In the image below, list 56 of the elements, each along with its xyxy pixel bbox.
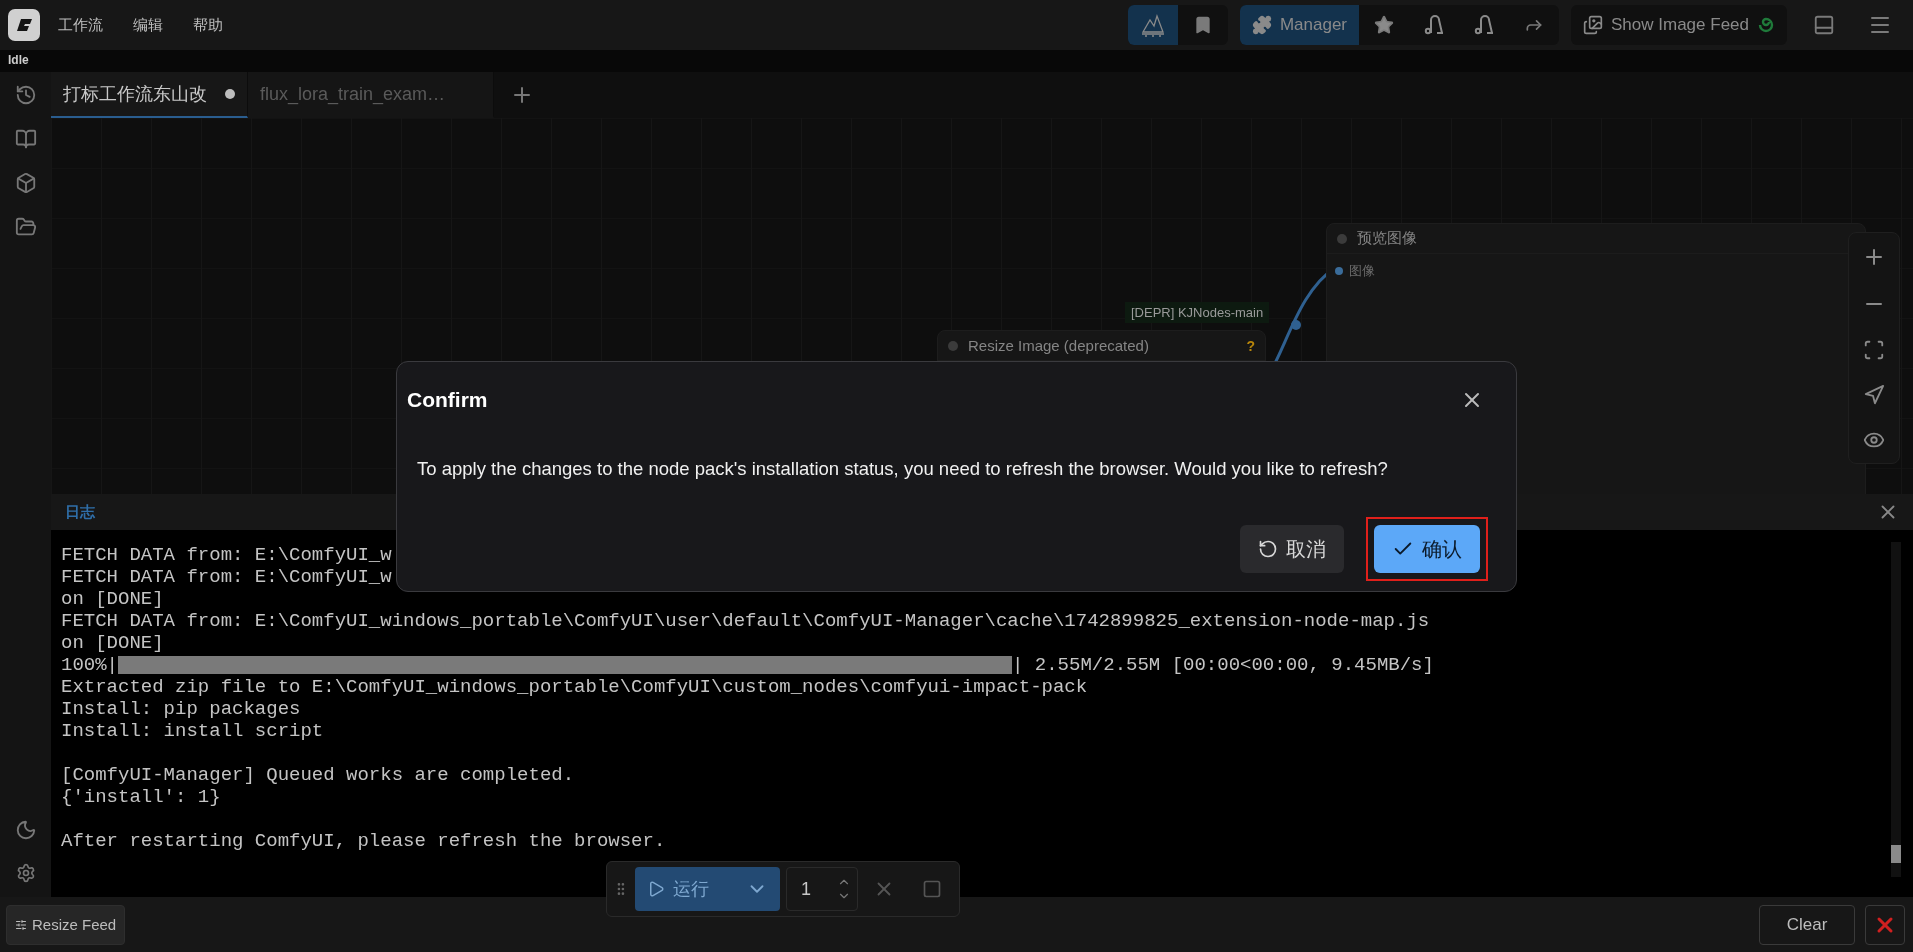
vacuum-icon[interactable] xyxy=(1473,14,1496,36)
menu-item[interactable]: 帮助 xyxy=(181,9,235,41)
app-logo xyxy=(8,9,40,41)
settings-icon[interactable] xyxy=(15,863,36,883)
sliders-icon xyxy=(15,918,27,931)
input-port-icon[interactable] xyxy=(1335,267,1343,275)
log-line: on [DONE] xyxy=(61,632,164,654)
node-title: 预览图像 xyxy=(1357,229,1417,248)
log-line: FETCH DATA from: E:\ComfyUI_windows_portable\ComfyUI\user\default\ComfyUI-Manager\cache\1742899825_extension-node-map.js xyxy=(61,610,1430,632)
puzzle-icon xyxy=(1251,15,1272,35)
menu-item[interactable]: 编辑 xyxy=(121,9,175,41)
crystal-tools-icon[interactable] xyxy=(1139,12,1166,38)
stop-icon[interactable] xyxy=(922,879,943,899)
group-label: [DEPR] KJNodes-main xyxy=(1125,302,1270,323)
progress-stats: | 2.55M/2.55M [00:00<00:00, 9.45MB/s] xyxy=(1012,654,1434,676)
confirm-button[interactable]: 确认 xyxy=(1374,525,1480,573)
book-icon[interactable] xyxy=(14,128,37,150)
log-line: [ComfyUI-Manager] Queued works are completed. xyxy=(61,764,575,786)
log-line: Extracted zip file to E:\ComfyUI_windows_portable\ComfyUI\custom_nodes\comfyui-impact-pack xyxy=(61,676,1088,698)
batch-count-field[interactable]: 1 xyxy=(786,867,858,911)
moon-icon[interactable] xyxy=(14,819,37,841)
workflow-tab[interactable]: 打标工作流东山改 xyxy=(51,72,248,118)
log-line: on [DONE] xyxy=(61,588,164,610)
help-mark: ? xyxy=(1246,337,1255,354)
menu-item[interactable]: 工作流 xyxy=(46,9,115,41)
cube-icon[interactable] xyxy=(14,172,37,194)
navigation-icon[interactable] xyxy=(1863,384,1885,407)
log-line: FETCH DATA from: E:\ComfyUI_w xyxy=(61,544,392,566)
vacuum-icon[interactable] xyxy=(1423,14,1446,36)
star-icon[interactable] xyxy=(1374,15,1395,35)
run-button[interactable]: 运行 xyxy=(634,867,780,911)
node-title: Resize Image (deprecated) xyxy=(968,337,1149,354)
manager-button[interactable]: Manager xyxy=(1239,5,1360,45)
images-icon xyxy=(1583,15,1604,35)
node-status-dot xyxy=(948,340,958,351)
fit-view-icon[interactable] xyxy=(1863,338,1885,361)
clear-button[interactable]: Clear xyxy=(1759,904,1855,945)
port-label: 图像 xyxy=(1349,262,1375,280)
log-line: After restarting ComfyUI, please refresh the browser. xyxy=(61,830,666,852)
bottom-panel-icon[interactable] xyxy=(1813,14,1835,36)
image-feed-button[interactable]: Show Image Feed xyxy=(1571,5,1787,45)
log-line: Install: pip packages xyxy=(61,698,301,720)
status-text: Idle xyxy=(0,50,1913,72)
folder-icon[interactable] xyxy=(14,216,37,238)
undo-icon xyxy=(1258,539,1278,559)
resize-feed-button[interactable]: Resize Feed xyxy=(6,904,126,945)
scrollbar[interactable] xyxy=(1891,542,1901,877)
log-line: FETCH DATA from: E:\ComfyUI_w xyxy=(61,566,392,588)
dialog-title: Confirm xyxy=(407,388,488,412)
log-line: Install: install script xyxy=(61,720,324,742)
node-status-dot xyxy=(1337,233,1347,244)
history-icon[interactable] xyxy=(14,84,37,106)
log-line: {'install': 1} xyxy=(61,786,221,808)
progress-percent: 100%| xyxy=(61,654,118,676)
cancel-button[interactable]: 取消 xyxy=(1240,525,1344,573)
swirl-icon xyxy=(1757,16,1775,34)
